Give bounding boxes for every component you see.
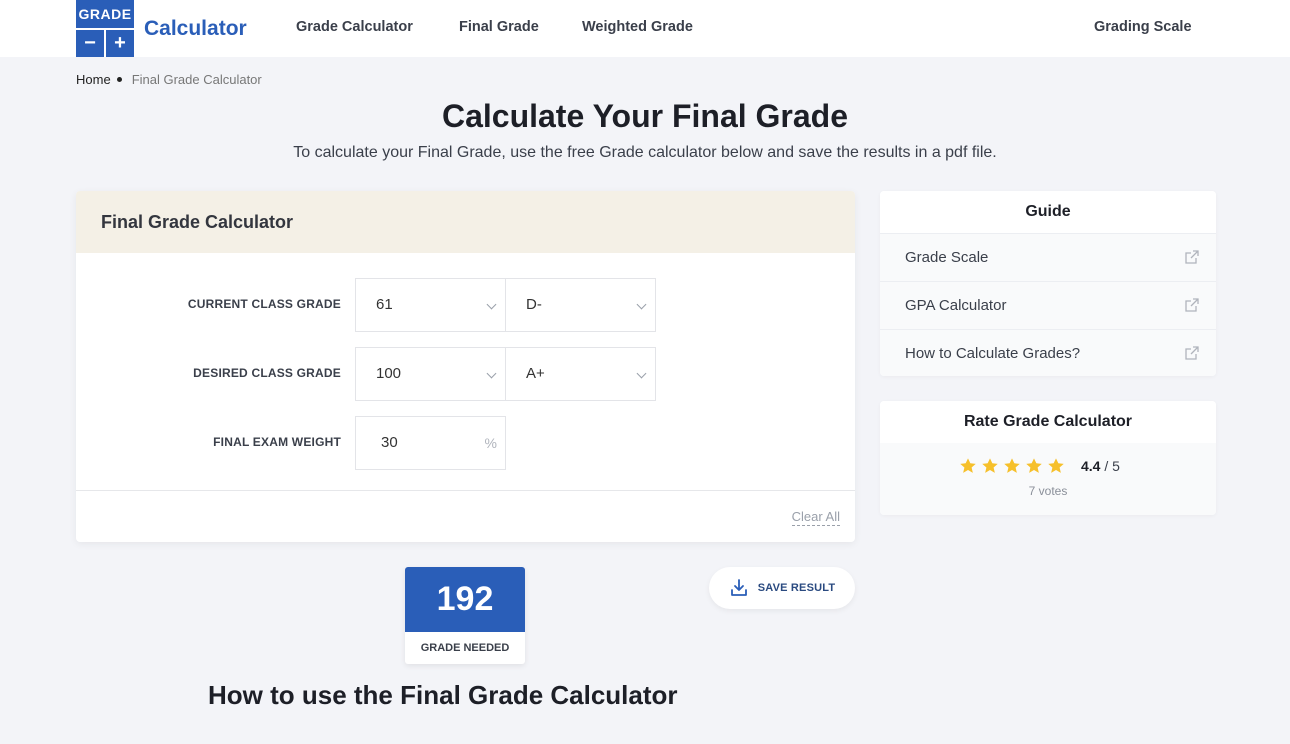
exam-weight-label: FINAL EXAM WEIGHT <box>213 435 341 449</box>
exam-weight-value: 30 <box>381 434 398 451</box>
star-icon[interactable] <box>1025 457 1043 475</box>
download-icon <box>730 579 747 596</box>
chevron-down-icon <box>486 368 497 379</box>
star-rating[interactable] <box>959 457 1069 475</box>
external-link-icon <box>1185 298 1199 312</box>
percent-unit: % <box>484 435 497 451</box>
nav-grade-calculator[interactable]: Grade Calculator <box>296 19 413 35</box>
chevron-down-icon <box>636 299 647 310</box>
clear-all-button[interactable]: Clear All <box>791 509 840 526</box>
rating-score: 4.4 / 5 <box>1081 458 1120 474</box>
rating-votes: 7 votes <box>1028 484 1068 498</box>
result-box: 192 GRADE NEEDED <box>405 567 525 664</box>
star-icon[interactable] <box>1003 457 1021 475</box>
logo-plus-icon: + <box>106 30 134 57</box>
site-logo[interactable]: GRADE − + Calculator <box>76 0 247 57</box>
logo-minus-icon: − <box>76 30 104 57</box>
page-subtitle: To calculate your Final Grade, use the f… <box>293 144 997 161</box>
rate-body: 4.4 / 5 7 votes <box>880 443 1216 515</box>
nav-grading-scale[interactable]: Grading Scale <box>1094 19 1192 35</box>
desired-letter-select[interactable]: A+ <box>505 347 656 401</box>
current-letter-value: D- <box>526 296 542 313</box>
calculator-title: Final Grade Calculator <box>76 191 855 253</box>
current-grade-value: 61 <box>376 296 393 313</box>
result-label: GRADE NEEDED <box>420 642 510 654</box>
card-divider <box>76 490 855 491</box>
guide-item-label: How to Calculate Grades? <box>905 345 1081 362</box>
breadcrumb-home[interactable]: Home <box>76 72 111 87</box>
star-icon[interactable] <box>959 457 977 475</box>
guide-item-gpa-calculator[interactable]: GPA Calculator <box>880 281 1216 329</box>
desired-grade-value: 100 <box>376 365 402 382</box>
star-icon[interactable] <box>1047 457 1065 475</box>
rate-title: Rate Grade Calculator <box>880 401 1216 443</box>
star-icon[interactable] <box>981 457 999 475</box>
calculator-card: Final Grade Calculator CURRENT CLASS GRA… <box>76 191 855 542</box>
rate-card: Rate Grade Calculator 4.4 / 5 7 votes <box>880 401 1216 515</box>
nav-weighted-grade[interactable]: Weighted Grade <box>582 19 693 35</box>
exam-weight-input[interactable]: 30 % <box>355 416 506 470</box>
current-grade-select[interactable]: 61 <box>355 278 506 332</box>
result-value: 192 <box>405 567 525 632</box>
chevron-down-icon <box>636 368 647 379</box>
rating-value: 4.4 <box>1081 458 1101 474</box>
current-letter-select[interactable]: D- <box>505 278 656 332</box>
current-grade-label: CURRENT CLASS GRADE <box>187 297 341 311</box>
rating-max: / 5 <box>1104 458 1120 474</box>
desired-grade-select[interactable]: 100 <box>355 347 506 401</box>
guide-item-label: Grade Scale <box>905 249 989 266</box>
guide-item-grade-scale[interactable]: Grade Scale <box>880 233 1216 281</box>
breadcrumb-current: Final Grade Calculator <box>131 72 262 87</box>
chevron-down-icon <box>486 299 497 310</box>
logo-grade-label: GRADE <box>76 0 134 28</box>
guide-item-how-to-calculate[interactable]: How to Calculate Grades? <box>880 329 1216 376</box>
external-link-icon <box>1185 250 1199 264</box>
save-result-button[interactable]: SAVE RESULT <box>709 567 855 609</box>
save-result-label: SAVE RESULT <box>757 582 836 594</box>
page-title: Calculate Your Final Grade <box>441 98 849 134</box>
guide-title: Guide <box>880 191 1216 233</box>
logo-text: Calculator <box>144 16 247 40</box>
guide-item-label: GPA Calculator <box>905 297 1007 314</box>
breadcrumb: Home Final Grade Calculator <box>76 72 262 87</box>
external-link-icon <box>1185 346 1199 360</box>
howto-heading: How to use the Final Grade Calculator <box>208 680 678 710</box>
nav-final-grade[interactable]: Final Grade <box>459 19 539 35</box>
desired-grade-label: DESIRED CLASS GRADE <box>193 366 341 380</box>
logo-mark: GRADE − + <box>76 0 134 57</box>
breadcrumb-separator <box>116 77 122 82</box>
guide-card: Guide Grade Scale GPA Calculator How to … <box>880 191 1216 376</box>
site-header: GRADE − + Calculator Grade Calculator Fi… <box>0 0 1290 57</box>
desired-letter-value: A+ <box>526 365 545 382</box>
